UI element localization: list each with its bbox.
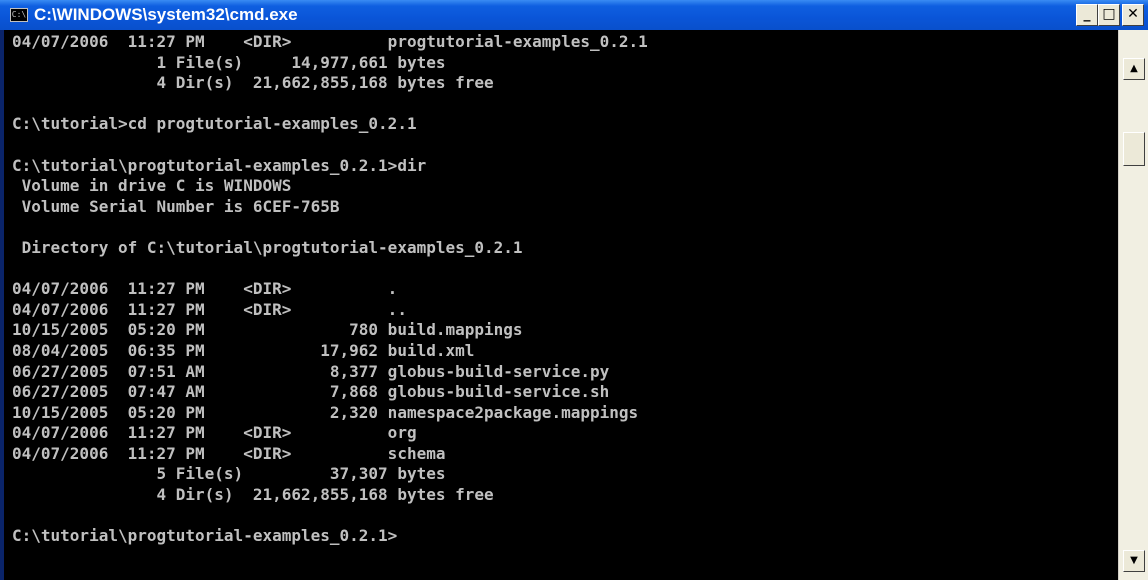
console-line: C:\tutorial>cd progtutorial-examples_0.2… [12,114,417,134]
scroll-down-button[interactable]: ▼ [1123,550,1145,572]
console-line: 04/07/2006 11:27 PM <DIR> org [12,423,417,443]
title-bar[interactable]: C:\ C:\WINDOWS\system32\cmd.exe _ □ ✕ [0,0,1148,30]
scroll-thumb[interactable] [1123,132,1145,166]
console-line: 06/27/2005 07:47 AM 7,868 globus-build-s… [12,382,610,402]
window-title: C:\WINDOWS\system32\cmd.exe [34,5,298,24]
console-line: 4 Dir(s) 21,662,855,168 bytes free [12,485,494,505]
console-line: 10/15/2005 05:20 PM 2,320 namespace2pack… [12,402,639,422]
cmd-window: C:\ C:\WINDOWS\system32\cmd.exe _ □ ✕ 04… [0,0,1148,580]
console-line: 08/04/2005 06:35 PM 17,962 build.xml [12,340,475,360]
console-text: 04/07/2006 11:27 PM <DIR> progtutorial-e… [4,30,1118,547]
console-line: Volume Serial Number is 6CEF-765B [12,196,340,216]
vertical-scrollbar[interactable]: ▲ ▼ [1118,30,1148,580]
maximize-button[interactable]: □ [1098,4,1120,26]
command-prompt-line[interactable]: C:\tutorial\progtutorial-examples_0.2.1> [12,526,1118,547]
minimize-button[interactable]: _ [1076,4,1098,26]
scroll-up-button[interactable]: ▲ [1123,58,1145,80]
console-output[interactable]: 04/07/2006 11:27 PM <DIR> progtutorial-e… [4,30,1118,580]
console-line: C:\tutorial\progtutorial-examples_0.2.1>… [12,155,427,175]
close-button[interactable]: ✕ [1122,4,1144,26]
console-line: 04/07/2006 11:27 PM <DIR> . [12,279,398,299]
console-line: 5 File(s) 37,307 bytes [12,464,446,484]
console-line: Directory of C:\tutorial\progtutorial-ex… [12,237,523,257]
console-app-icon[interactable]: C:\ [10,8,28,22]
console-line: 1 File(s) 14,977,661 bytes [12,52,446,72]
console-line: 04/07/2006 11:27 PM <DIR> progtutorial-e… [12,32,648,51]
console-line: Volume in drive C is WINDOWS [12,176,292,196]
console-line: 10/15/2005 05:20 PM 780 build.mappings [12,320,523,340]
console-line: 4 Dir(s) 21,662,855,168 bytes free [12,73,494,93]
console-line: 04/07/2006 11:27 PM <DIR> .. [12,299,407,319]
console-line: 04/07/2006 11:27 PM <DIR> schema [12,443,446,463]
console-line: 06/27/2005 07:51 AM 8,377 globus-build-s… [12,361,610,381]
